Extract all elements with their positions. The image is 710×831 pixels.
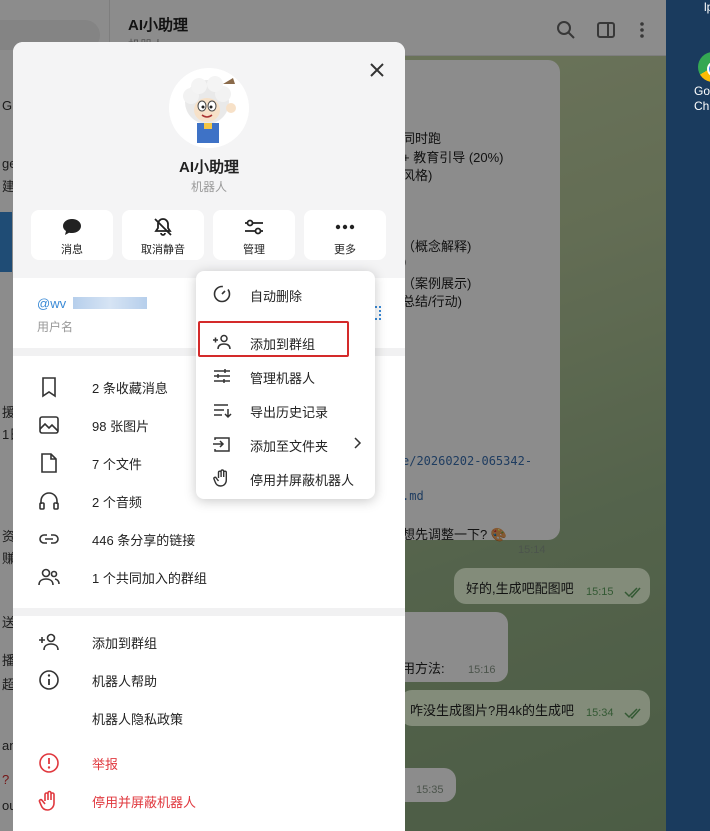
username-label: 用户名 bbox=[37, 320, 74, 334]
more-button-label: 更多 bbox=[334, 244, 356, 256]
row-label: 2 条收藏消息 bbox=[92, 381, 168, 396]
info-icon bbox=[39, 670, 59, 690]
bell-off-icon bbox=[154, 218, 172, 236]
bot-help-row[interactable]: 机器人帮助 bbox=[13, 661, 405, 699]
sheep-avatar-icon bbox=[169, 68, 249, 148]
menu-item-add-to-folder[interactable]: 添加至文件夹 bbox=[196, 427, 375, 461]
menu-item-block-bot[interactable]: 停用并屏蔽机器人 bbox=[196, 461, 375, 495]
message-button-label: 消息 bbox=[61, 244, 83, 256]
add-to-group-row[interactable]: 添加到群组 bbox=[13, 623, 405, 661]
headphones-icon bbox=[39, 492, 59, 510]
link-icon bbox=[39, 534, 59, 544]
file-icon bbox=[41, 453, 57, 473]
bookmark-icon bbox=[42, 377, 56, 398]
chat-bubble-icon bbox=[63, 219, 81, 235]
row-label: 7 个文件 bbox=[92, 457, 142, 472]
menu-item-auto-delete[interactable]: 自动删除 bbox=[196, 277, 375, 311]
row-label: 举报 bbox=[92, 757, 119, 772]
menu-item-label: 停用并屏蔽机器人 bbox=[250, 473, 355, 488]
menu-item-manage-bot[interactable]: 管理机器人 bbox=[196, 359, 375, 393]
row-label: 1 个共同加入的群组 bbox=[92, 571, 207, 586]
image-icon bbox=[39, 416, 59, 434]
hand-stop-icon bbox=[213, 469, 227, 487]
links-row[interactable]: 446 条分享的链接 bbox=[13, 520, 405, 558]
common-groups-row[interactable]: 1 个共同加入的群组 bbox=[13, 558, 405, 596]
menu-item-label: 添加至文件夹 bbox=[250, 439, 329, 454]
add-user-icon bbox=[39, 633, 59, 651]
row-label: 添加到群组 bbox=[92, 636, 158, 651]
more-dropdown-menu: 自动删除 添加到群组 管理机器人 导出历史记录 添加至文件夹 停用并屏蔽机器人 bbox=[196, 271, 375, 499]
more-horizontal-icon bbox=[335, 224, 355, 230]
desktop-chrome-label: Go Ch bbox=[694, 84, 710, 113]
users-icon bbox=[38, 568, 60, 586]
manage-button[interactable]: 管理 bbox=[213, 210, 295, 260]
sliders-icon bbox=[245, 219, 263, 235]
avatar bbox=[169, 68, 249, 148]
close-icon[interactable] bbox=[365, 58, 389, 82]
sliders-icon bbox=[214, 369, 230, 383]
alert-icon bbox=[39, 753, 59, 773]
menu-item-export-history[interactable]: 导出历史记录 bbox=[196, 393, 375, 427]
row-label: 停用并屏蔽机器人 bbox=[92, 795, 197, 810]
chevron-right-icon bbox=[354, 437, 362, 449]
folder-add-icon bbox=[213, 437, 230, 452]
menu-item-label: 自动删除 bbox=[250, 289, 303, 304]
export-list-icon bbox=[214, 404, 232, 419]
hand-stop-icon bbox=[38, 790, 55, 811]
profile-name: AI小助理 bbox=[178, 159, 239, 176]
timer-icon bbox=[213, 285, 231, 303]
bot-privacy-row[interactable]: 机器人隐私政策 bbox=[13, 699, 405, 737]
menu-item-label: 管理机器人 bbox=[250, 371, 316, 386]
row-label: 2 个音频 bbox=[92, 495, 142, 510]
row-label: 机器人隐私政策 bbox=[92, 712, 184, 727]
unmute-button[interactable]: 取消静音 bbox=[122, 210, 204, 260]
annotation-highlight-box bbox=[198, 321, 349, 357]
desktop-background: lp bbox=[666, 0, 710, 831]
message-button[interactable]: 消息 bbox=[31, 210, 113, 260]
desktop-top-label: lp bbox=[704, 0, 710, 14]
report-row[interactable]: 举报 bbox=[13, 744, 405, 782]
more-button[interactable]: 更多 bbox=[304, 210, 386, 260]
divider bbox=[13, 608, 405, 616]
unmute-button-label: 取消静音 bbox=[141, 244, 185, 256]
profile-subtitle: 机器人 bbox=[190, 180, 227, 194]
row-label: 98 张图片 bbox=[92, 419, 150, 434]
block-bot-row[interactable]: 停用并屏蔽机器人 bbox=[13, 782, 405, 820]
username-redacted bbox=[73, 297, 147, 309]
row-label: 机器人帮助 bbox=[92, 674, 158, 689]
username-value[interactable]: @wv bbox=[37, 296, 66, 311]
menu-item-label: 导出历史记录 bbox=[250, 405, 329, 420]
manage-button-label: 管理 bbox=[243, 244, 265, 256]
row-label: 446 条分享的链接 bbox=[92, 533, 196, 548]
